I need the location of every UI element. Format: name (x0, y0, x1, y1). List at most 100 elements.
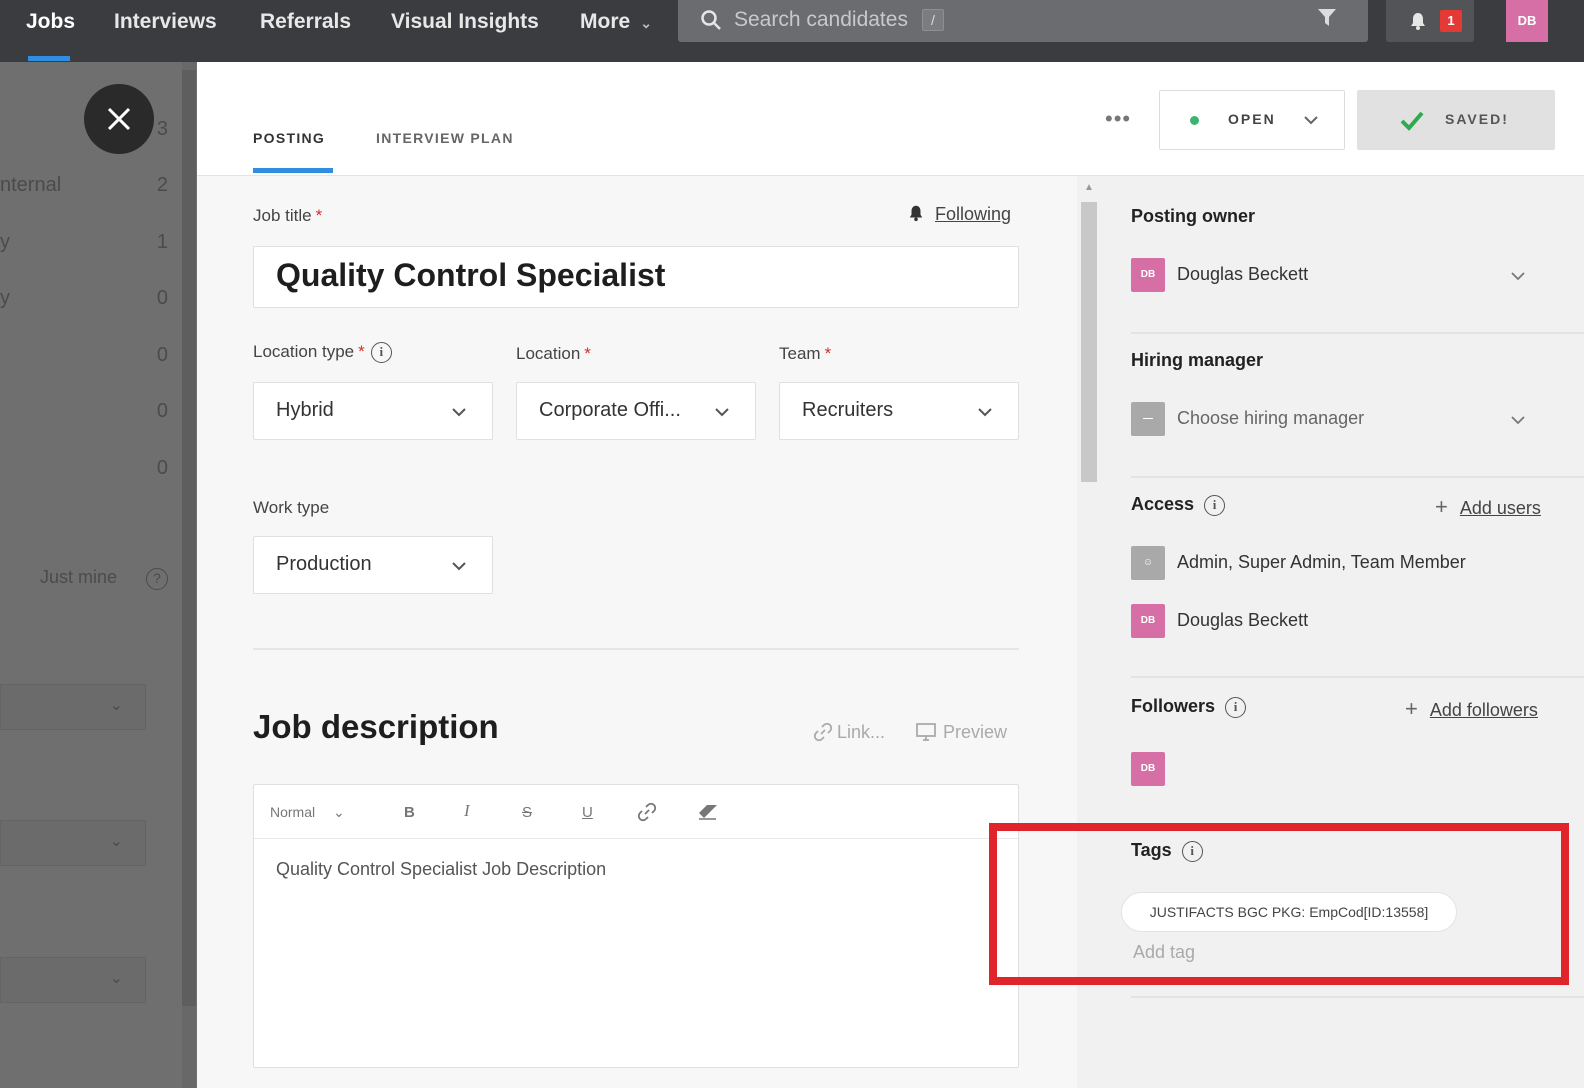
search-icon (701, 10, 721, 30)
bg-filter-select: ⌄ (0, 820, 146, 866)
avatar: DB (1131, 258, 1165, 292)
posting-owner-label: Posting owner (1131, 206, 1256, 226)
add-followers-button[interactable]: + Add followers (1405, 696, 1538, 722)
sidebar-divider (1131, 676, 1584, 678)
text-style-select[interactable]: Normal ⌄ (270, 804, 345, 821)
job-description-heading: Job description (253, 708, 499, 745)
nav-visual-insights[interactable]: Visual Insights (391, 0, 539, 62)
followers-label: Followers i (1131, 696, 1247, 718)
follower-avatar[interactable]: DB (1131, 752, 1177, 786)
sidebar-divider (1131, 996, 1584, 998)
chevron-down-icon: ⌄ (109, 697, 123, 714)
search-input[interactable] (734, 4, 1294, 36)
team-label: Team * (779, 344, 832, 363)
info-icon[interactable]: i (1225, 696, 1247, 718)
active-tab-indicator (253, 168, 333, 173)
job-title-label: Job title * (253, 206, 323, 225)
chevron-down-icon[interactable] (1509, 411, 1527, 429)
close-button[interactable] (84, 84, 154, 154)
scrollbar-thumb[interactable] (1081, 202, 1097, 482)
bg-list-row: y1 (0, 231, 168, 253)
scroll-up-icon: ▲ (1084, 182, 1094, 193)
chevron-down-icon: ⌄ (333, 804, 345, 820)
status-label: OPEN (1228, 111, 1276, 127)
preview-button[interactable]: Preview (915, 722, 1007, 743)
hiring-manager-select[interactable]: — Choose hiring manager (1131, 402, 1364, 436)
tags-highlight-box (989, 823, 1569, 985)
info-icon[interactable]: i (1204, 494, 1226, 516)
following-toggle[interactable]: Following (907, 204, 1011, 225)
job-title-input[interactable]: Quality Control Specialist (253, 246, 1019, 308)
notifications-button[interactable]: 1 (1386, 0, 1474, 42)
posting-owner-select[interactable]: DB Douglas Beckett (1131, 258, 1308, 292)
search-bar[interactable]: / (678, 0, 1368, 42)
bell-icon (909, 205, 923, 222)
status-dot-icon (1190, 116, 1199, 125)
sidebar-divider (1131, 476, 1584, 478)
nav-referrals[interactable]: Referrals (260, 0, 351, 62)
chevron-down-icon (978, 408, 992, 417)
following-link: Following (935, 204, 1012, 224)
bg-list-row: nternal 2 (0, 174, 168, 196)
team-select[interactable]: Recruiters (779, 382, 1019, 440)
chevron-down-icon[interactable] (1509, 267, 1527, 285)
more-options-button[interactable]: ••• (1105, 106, 1131, 132)
nav-interviews[interactable]: Interviews (114, 0, 217, 62)
chevron-down-icon (715, 408, 729, 417)
team-value: Recruiters (802, 399, 894, 421)
nav-more-label: More (580, 10, 631, 33)
clear-format-icon[interactable] (696, 803, 720, 821)
bell-icon (1411, 13, 1425, 30)
location-type-value: Hybrid (276, 399, 334, 421)
link-icon (813, 722, 833, 742)
bg-scrollbar (182, 62, 196, 1088)
bg-filter-select: ⌄ (0, 684, 146, 730)
link-button[interactable]: Link... (813, 722, 885, 743)
plus-icon: + (1405, 696, 1418, 721)
users-group-icon: ☺ (1131, 546, 1165, 580)
hiring-manager-label: Hiring manager (1131, 350, 1264, 370)
nav-jobs[interactable]: Jobs (26, 0, 75, 62)
location-value: Corporate Offi... (539, 399, 681, 421)
sidebar-divider (1131, 332, 1584, 334)
access-label: Access i (1131, 494, 1226, 516)
link-icon[interactable] (636, 801, 658, 823)
work-type-label: Work type (253, 498, 330, 517)
placeholder-avatar-icon: — (1131, 402, 1165, 436)
editor-content: Quality Control Specialist Job Descripti… (276, 859, 607, 879)
underline-button[interactable]: U (582, 804, 593, 821)
work-type-value: Production (276, 553, 372, 575)
location-type-label: Location type * i (253, 342, 392, 364)
chevron-down-icon (452, 562, 466, 571)
chevron-down-icon: ⌄ (109, 833, 123, 850)
tab-interview-plan[interactable]: INTERVIEW PLAN (376, 130, 514, 146)
bg-list-row: y0 (0, 287, 168, 309)
access-roles: ☺ Admin, Super Admin, Team Member (1131, 546, 1466, 580)
filter-icon[interactable] (1316, 6, 1338, 30)
saved-label: SAVED! (1445, 111, 1509, 127)
tab-posting[interactable]: POSTING (253, 130, 325, 146)
add-users-button[interactable]: + Add users (1435, 494, 1541, 520)
nav-more[interactable]: More ⌄ (580, 0, 652, 62)
status-dropdown[interactable]: OPEN (1159, 90, 1345, 150)
italic-button[interactable]: I (464, 801, 470, 821)
bg-filter-select: ⌄ (0, 957, 146, 1003)
info-icon[interactable]: i (370, 342, 392, 364)
strikethrough-button[interactable]: S (522, 804, 532, 821)
search-shortcut-badge: / (922, 9, 944, 31)
saved-button[interactable]: SAVED! (1357, 90, 1555, 150)
work-type-select[interactable]: Production (253, 536, 493, 594)
section-divider (253, 648, 1019, 650)
location-label: Location * (516, 344, 591, 363)
chevron-down-icon: ⌄ (109, 970, 123, 987)
bg-just-mine-label: Just mine (40, 567, 118, 587)
close-icon (107, 107, 131, 131)
location-select[interactable]: Corporate Offi... (516, 382, 756, 440)
background-overlay-panel: 3 nternal 2 y1 y0 0 0 0 Just mine ? ⌄ ⌄ ⌄ (0, 62, 197, 1088)
avatar: DB (1131, 752, 1165, 786)
user-avatar[interactable]: DB (1506, 0, 1548, 42)
monitor-icon (916, 723, 936, 741)
description-editor[interactable]: Normal ⌄ B I S U Quality Control Special… (253, 784, 1019, 1068)
bold-button[interactable]: B (404, 804, 415, 821)
location-type-select[interactable]: Hybrid (253, 382, 493, 440)
